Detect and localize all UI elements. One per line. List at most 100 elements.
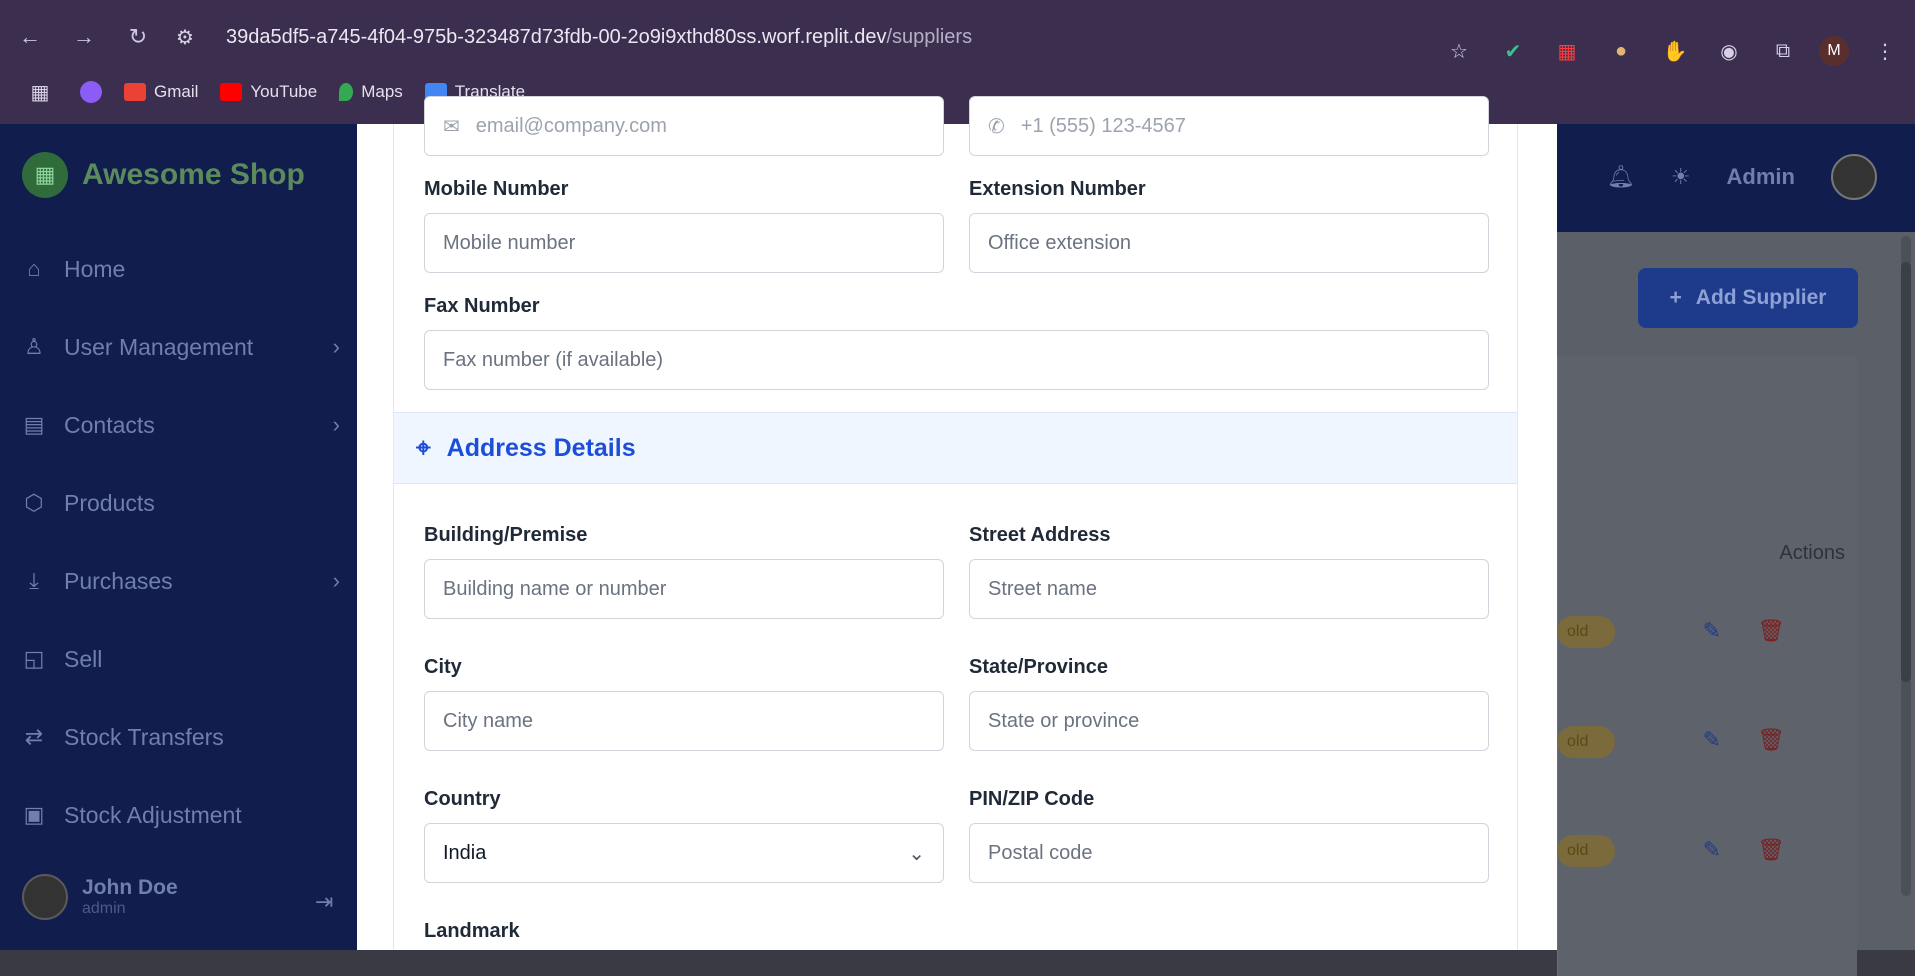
admin-label[interactable]: Admin <box>1727 164 1795 190</box>
mail-icon: ✉ <box>443 115 460 138</box>
user-name: John Doe <box>82 876 178 899</box>
url-host: 39da5df5-a745-4f04-975b-323487d73fdb-00-… <box>226 25 887 48</box>
contacts-icon: ▤ <box>23 412 45 437</box>
bell-icon[interactable]: 🔔︎ <box>1607 164 1635 190</box>
plus-icon: + <box>1669 286 1682 309</box>
bookmark-maps[interactable]: Maps <box>339 82 403 102</box>
clipboard-icon: ▣ <box>23 802 45 827</box>
country-select[interactable]: India ⌄ <box>424 823 944 883</box>
url-row: ← → ↻ ⚙ 39da5df5-a745-4f04-975b-323487d7… <box>0 14 1915 66</box>
home-icon: ⌂ <box>27 256 41 281</box>
mobile-label: Mobile Number <box>424 178 569 200</box>
email-input[interactable]: ✉ email@company.com <box>424 96 944 156</box>
status-badge: old <box>1557 835 1615 867</box>
forward-icon[interactable]: → <box>66 19 102 55</box>
trash-icon[interactable]: 🗑︎ <box>1757 727 1785 753</box>
youtube-icon <box>220 83 243 101</box>
menu-icon[interactable]: ⋮ <box>1867 33 1903 69</box>
sidebar-item-stock-transfers[interactable]: ⇄ Stock Transfers <box>20 698 340 776</box>
chevron-right-icon: › <box>332 334 340 359</box>
user-icon: ♙ <box>24 334 44 359</box>
user-role: admin <box>82 900 126 917</box>
chevron-down-icon: ⌄ <box>908 842 925 865</box>
city-input[interactable]: City name <box>424 691 944 751</box>
phone-icon: ✆ <box>988 115 1005 138</box>
download-icon: ⤓ <box>29 568 39 593</box>
trash-icon[interactable]: 🗑︎ <box>1757 837 1785 863</box>
street-input[interactable]: Street name <box>969 559 1489 619</box>
bookmark-gmail[interactable]: Gmail <box>124 82 198 102</box>
add-supplier-modal: ✉ email@company.com ✆ +1 (555) 123-4567 Mo… <box>357 96 1557 950</box>
landmark-label: Landmark <box>424 920 520 942</box>
edit-icon[interactable]: ✎ <box>1703 837 1721 863</box>
extension-label: Extension Number <box>969 178 1146 200</box>
transfer-icon: ⇄ <box>24 724 44 749</box>
puzzle-icon[interactable]: ⧉ <box>1765 33 1801 69</box>
url-path: /suppliers <box>886 25 973 48</box>
trash-icon[interactable]: 🗑︎ <box>1757 618 1785 644</box>
phone-input[interactable]: ✆ +1 (555) 123-4567 <box>969 96 1489 156</box>
back-icon[interactable]: ← <box>12 19 48 55</box>
extension-icon[interactable]: ✋ <box>1657 33 1693 69</box>
state-input[interactable]: State or province <box>969 691 1489 751</box>
sidebar-item-sell[interactable]: ◱ Sell <box>20 620 340 698</box>
avatar[interactable] <box>1831 154 1877 200</box>
address-section-header: ⌖ Address Details <box>394 412 1517 484</box>
extension-icon[interactable] <box>80 81 102 103</box>
fax-label: Fax Number <box>424 295 540 317</box>
country-field: Country India ⌄ <box>424 788 944 883</box>
edit-icon[interactable]: ✎ <box>1703 618 1721 644</box>
apps-grid-icon[interactable]: ▦ <box>22 74 58 110</box>
box-icon: ⬡ <box>24 490 44 515</box>
logout-icon[interactable]: ⇥ <box>315 889 333 915</box>
fax-input[interactable]: Fax number (if available) <box>424 330 1489 390</box>
edit-icon[interactable]: ✎ <box>1703 727 1721 753</box>
reload-icon[interactable]: ↻ <box>120 19 156 55</box>
building-label: Building/Premise <box>424 524 588 546</box>
address-bar[interactable]: ⚙ 39da5df5-a745-4f04-975b-323487d73fdb-0… <box>176 14 972 60</box>
sidebar-item-stock-adjustment[interactable]: ▣ Stock Adjustment <box>20 776 340 854</box>
maps-icon <box>339 83 354 101</box>
extension-input[interactable]: Office extension <box>969 213 1489 273</box>
calculator-icon: ▦ <box>22 152 68 198</box>
bookmark-star-icon[interactable]: ☆ <box>1441 33 1477 69</box>
mobile-input[interactable]: Mobile number <box>424 213 944 273</box>
sidebar-item-home[interactable]: ⌂ Home <box>20 230 340 308</box>
add-supplier-button[interactable]: + Add Supplier <box>1638 268 1858 328</box>
city-label: City <box>424 656 462 678</box>
cookie-icon[interactable]: ● <box>1603 33 1639 69</box>
profile-avatar[interactable]: M <box>1819 36 1849 66</box>
extension-icon[interactable]: ▦ <box>1549 33 1585 69</box>
street-label: Street Address <box>969 524 1111 546</box>
sidebar-item-products[interactable]: ⬡ Products <box>20 464 340 542</box>
sidebar-item-contacts[interactable]: ▤ Contacts › <box>20 386 340 464</box>
browser-toolbar: ← → ↻ ⚙ 39da5df5-a745-4f04-975b-323487d7… <box>0 0 1915 124</box>
address-section-title: Address Details <box>446 433 636 462</box>
site-settings-icon[interactable]: ⚙ <box>176 25 212 50</box>
bag-icon: ◱ <box>23 646 45 671</box>
gmail-icon <box>124 83 146 101</box>
brand[interactable]: ▦ Awesome Shop <box>22 152 305 198</box>
phone-field: ✆ +1 (555) 123-4567 <box>969 96 1489 156</box>
current-user[interactable]: John Doe admin <box>22 874 178 920</box>
pin-input[interactable]: Postal code <box>969 823 1489 883</box>
state-field: State/Province State or province <box>969 656 1489 751</box>
sidebar: ▦ Awesome Shop ⌂ Home ♙ User Management › ▤… <box>0 124 357 950</box>
scrollbar-thumb[interactable] <box>1901 262 1911 682</box>
avatar <box>22 874 68 920</box>
fax-field: Fax Number Fax number (if available) <box>424 295 1489 390</box>
map-pin-icon: ⌖ <box>416 432 431 462</box>
bookmark-youtube[interactable]: YouTube <box>220 82 317 102</box>
country-label: Country <box>424 788 501 810</box>
modal-form: ✉ email@company.com ✆ +1 (555) 123-4567 Mo… <box>393 96 1518 950</box>
sidebar-item-user-management[interactable]: ♙ User Management › <box>20 308 340 386</box>
mobile-field: Mobile Number Mobile number <box>424 178 944 273</box>
extension-icon[interactable]: ✔ <box>1495 33 1531 69</box>
city-field: City City name <box>424 656 944 751</box>
brand-name: Awesome Shop <box>82 158 305 191</box>
camera-icon[interactable]: ◉ <box>1711 33 1747 69</box>
building-input[interactable]: Building name or number <box>424 559 944 619</box>
sidebar-item-purchases[interactable]: ⤓ Purchases › <box>20 542 340 620</box>
sun-icon[interactable]: ☀ <box>1671 164 1691 190</box>
state-label: State/Province <box>969 656 1108 678</box>
